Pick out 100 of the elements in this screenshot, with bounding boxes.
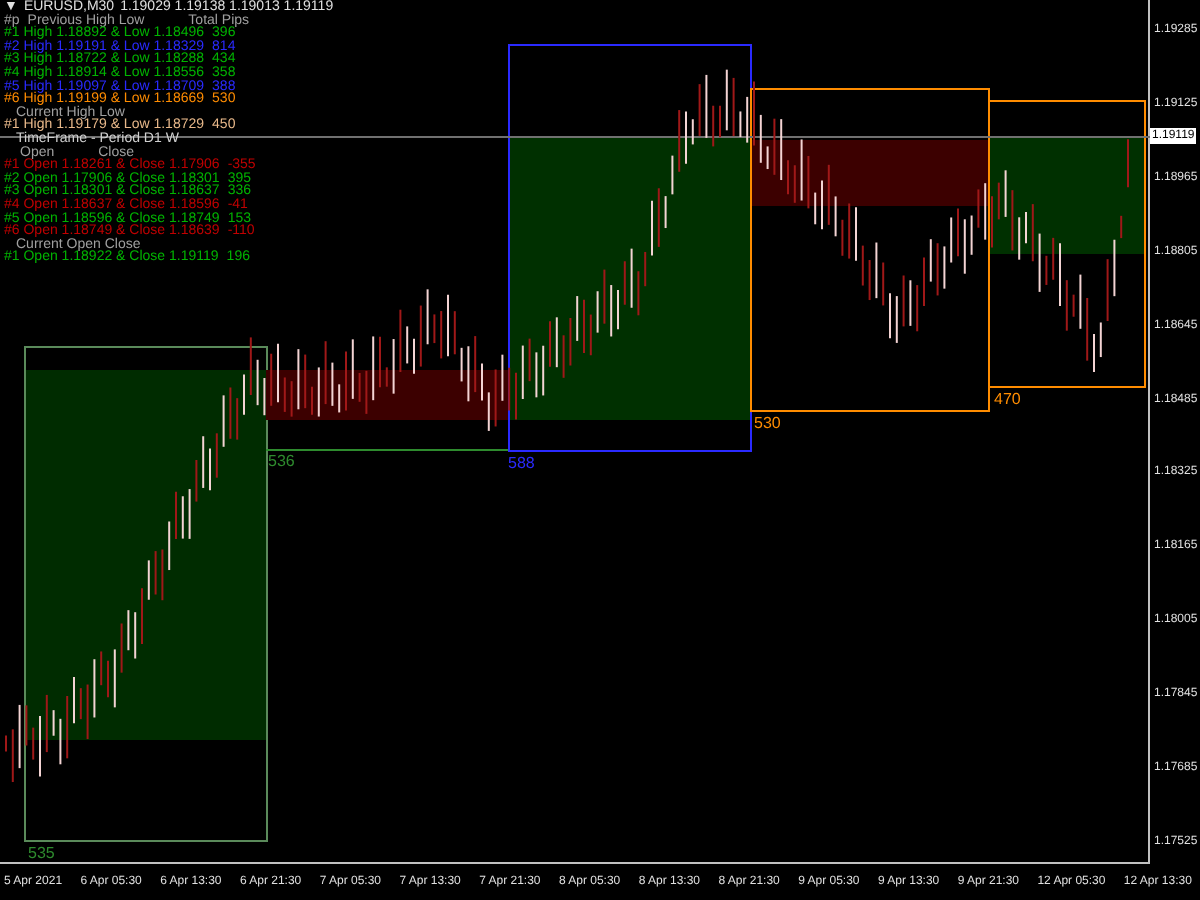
candlestick xyxy=(392,338,395,395)
candlestick xyxy=(154,550,157,596)
candlestick xyxy=(188,488,191,540)
candlestick xyxy=(66,695,69,760)
candlestick xyxy=(161,548,164,602)
candlestick xyxy=(127,609,130,652)
candlestick xyxy=(705,73,708,139)
candlestick xyxy=(1113,238,1116,298)
candlestick xyxy=(365,369,368,415)
candlestick xyxy=(739,110,742,139)
candlestick xyxy=(576,295,579,342)
candlestick xyxy=(195,459,198,503)
candlestick xyxy=(1025,211,1027,245)
candlestick xyxy=(297,348,300,411)
candlestick xyxy=(249,336,252,396)
candlestick xyxy=(889,292,891,340)
candlestick xyxy=(32,726,35,761)
candlestick xyxy=(1004,169,1007,218)
candlestick xyxy=(651,199,653,257)
candlestick xyxy=(596,290,599,334)
candlestick xyxy=(508,366,511,412)
candlestick xyxy=(385,366,388,388)
candlestick xyxy=(1011,189,1014,252)
candlestick xyxy=(997,181,1000,221)
candlestick xyxy=(1086,297,1089,362)
candlestick xyxy=(1018,216,1021,261)
candlestick xyxy=(494,368,497,428)
candlestick xyxy=(617,289,619,331)
candlestick xyxy=(991,195,993,249)
candlestick xyxy=(413,337,415,375)
candlestick xyxy=(100,650,103,687)
candlestick xyxy=(120,622,123,674)
candlestick xyxy=(351,338,354,400)
candlestick xyxy=(419,304,422,368)
candlestick xyxy=(440,310,443,360)
candlestick xyxy=(902,274,905,328)
candlestick xyxy=(698,83,701,137)
box-pips-label: 588 xyxy=(508,456,535,472)
candlestick xyxy=(814,191,817,226)
candlestick xyxy=(236,397,239,441)
candlestick xyxy=(460,346,463,383)
candlestick xyxy=(895,295,898,344)
candlestick xyxy=(372,335,375,402)
candlestick xyxy=(623,260,626,306)
candlestick xyxy=(610,284,613,338)
candlestick xyxy=(725,68,728,132)
candlestick xyxy=(970,214,973,256)
candlestick xyxy=(984,182,987,241)
candlestick xyxy=(147,559,150,601)
candlestick xyxy=(923,256,925,307)
candlestick xyxy=(79,687,82,721)
candlestick xyxy=(1045,254,1048,286)
candlestick xyxy=(589,313,592,357)
candlestick xyxy=(45,693,48,754)
box-pips-label: 535 xyxy=(28,846,55,862)
candlestick xyxy=(453,310,456,356)
candlestick xyxy=(134,611,137,660)
candlestick xyxy=(243,373,245,416)
candlestick xyxy=(868,259,871,302)
candlestick xyxy=(943,245,946,290)
candlestick xyxy=(528,337,531,383)
candlestick xyxy=(39,714,41,778)
candlestick xyxy=(107,659,109,699)
candlestick xyxy=(263,377,266,417)
candlestick xyxy=(678,109,681,173)
candlestick xyxy=(277,342,279,404)
candlestick xyxy=(793,164,796,204)
candlestick xyxy=(685,110,687,165)
box-pips-label: 530 xyxy=(754,416,781,432)
candlestick xyxy=(25,704,28,747)
candlestick xyxy=(603,268,606,325)
candlestick xyxy=(324,340,327,406)
box-pips-label: 470 xyxy=(994,392,1021,408)
box-pips-label: 536 xyxy=(268,454,295,470)
candlestick xyxy=(345,350,347,412)
candlestick xyxy=(562,334,565,379)
candlestick xyxy=(209,447,211,492)
candlestick xyxy=(875,241,878,300)
candlestick xyxy=(1072,293,1075,318)
candlestick xyxy=(1065,279,1068,332)
candlestick xyxy=(644,250,647,288)
candlestick xyxy=(283,376,286,413)
candlestick xyxy=(474,335,477,394)
candlestick xyxy=(181,495,184,540)
candlestick xyxy=(957,207,959,258)
candlestick xyxy=(73,676,75,725)
candlestick xyxy=(5,734,7,753)
candlestick xyxy=(141,587,143,645)
candlestick xyxy=(657,187,660,248)
candlestick xyxy=(841,218,844,257)
candlestick xyxy=(963,218,966,275)
candlestick xyxy=(1120,214,1123,240)
candlestick xyxy=(521,344,524,400)
candlestick xyxy=(834,195,837,238)
candlestick xyxy=(719,104,721,139)
candlestick xyxy=(1106,258,1109,322)
candlestick xyxy=(766,145,769,171)
candlestick xyxy=(113,648,116,709)
candlestick xyxy=(379,335,381,389)
candlestick xyxy=(331,361,334,407)
